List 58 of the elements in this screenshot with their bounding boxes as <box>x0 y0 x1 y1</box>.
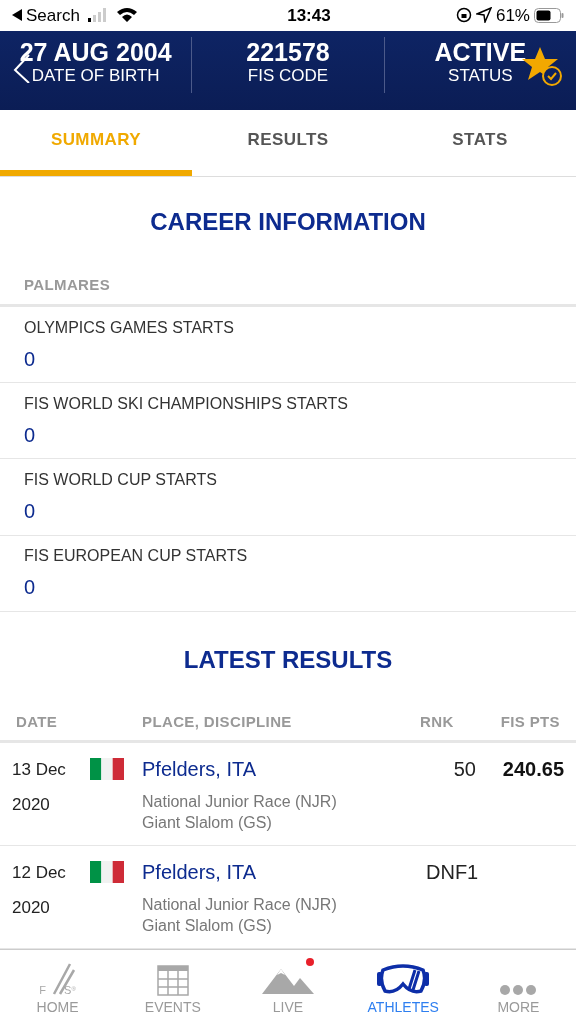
back-arrow-icon[interactable] <box>12 9 22 22</box>
tab-bar-item[interactable]: MORE <box>460 957 576 1024</box>
career-stat-value: 0 <box>24 422 37 448</box>
result-date: 13 Dec <box>12 758 67 781</box>
location-arrow-icon <box>475 7 492 24</box>
career-stat-label: FIS WORLD SKI CHAMPIONSHIPS STARTS <box>24 393 349 414</box>
career-stat-label: FIS WORLD CUP STARTS <box>24 470 218 491</box>
result-year: 2020 <box>12 794 51 817</box>
result-rank: DNF1 <box>426 859 476 885</box>
stat-value: 27 AUG 2004 <box>19 38 172 65</box>
battery-icon <box>534 7 564 23</box>
column-header: FIS PTS <box>499 712 560 733</box>
italy-flag-icon <box>90 860 124 883</box>
tab-bar-item[interactable]: EVENTS <box>115 957 231 1024</box>
result-date: 12 Dec <box>12 861 67 884</box>
wifi-icon <box>115 7 138 24</box>
battery-percent: 61% <box>495 4 530 27</box>
result-rank: 50 <box>452 756 476 782</box>
column-header: PLACE, DISCIPLINE <box>142 712 293 733</box>
result-row[interactable]: 12 Dec 2020 Pfelders, ITA National Junior Race (NJR) Giant Slalom (GS) DNF1 <box>0 845 576 949</box>
result-category: National Junior Race (NJR) <box>142 791 338 812</box>
career-stat-label: FIS EUROPEAN CUP STARTS <box>24 546 249 567</box>
career-stat-value: 0 <box>24 499 37 525</box>
result-discipline: Giant Slalom (GS) <box>142 812 273 833</box>
career-stat-value: 0 <box>24 575 37 601</box>
result-place: Pfelders, ITA <box>142 859 258 884</box>
clock-time: 13:43 <box>287 4 331 27</box>
result-row[interactable]: 13 Dec 2020 Pfelders, ITA National Junior Race (NJR) Giant Slalom (GS) 50 240.65 <box>0 742 576 846</box>
ski-goggles-icon <box>375 964 432 996</box>
back-label[interactable]: Search <box>26 2 80 29</box>
stat-value: 221578 <box>246 38 330 65</box>
rotation-lock-icon <box>455 7 472 24</box>
column-header: RNK <box>420 712 455 733</box>
tab[interactable]: RESULTS <box>192 109 384 177</box>
tab-bar-item[interactable]: ATHLETES <box>345 957 461 1024</box>
tab-bar-item[interactable]: F S$^{®}$ HOME <box>0 957 116 1024</box>
career-stat-label: OLYMPICS GAMES STARTS <box>24 317 235 338</box>
tab-bar-item[interactable]: LIVE <box>230 957 346 1024</box>
stat-label: STATUS <box>448 64 513 87</box>
result-year: 2020 <box>12 897 51 920</box>
stat-label: FIS CODE <box>247 64 329 87</box>
stat-label: DATE OF BIRTH <box>31 64 160 87</box>
career-stat-value: 0 <box>24 346 37 372</box>
column-header: DATE <box>16 712 59 733</box>
section-title: CAREER INFORMATION <box>150 206 426 237</box>
stat-value: ACTIVE <box>434 38 527 65</box>
result-category: National Junior Race (NJR) <box>142 894 338 915</box>
more-icon <box>499 984 538 996</box>
tab[interactable]: STATS <box>384 109 576 177</box>
tab[interactable]: SUMMARY <box>0 109 192 177</box>
section-label: PALMARES <box>24 274 111 295</box>
italy-flag-icon <box>90 757 124 780</box>
result-place: Pfelders, ITA <box>142 756 258 781</box>
section-title: LATEST RESULTS <box>183 644 393 675</box>
result-discipline: Giant Slalom (GS) <box>142 915 273 936</box>
result-points: 240.65 <box>501 756 564 782</box>
calendar-icon <box>156 964 189 996</box>
signal-icon <box>87 8 108 23</box>
